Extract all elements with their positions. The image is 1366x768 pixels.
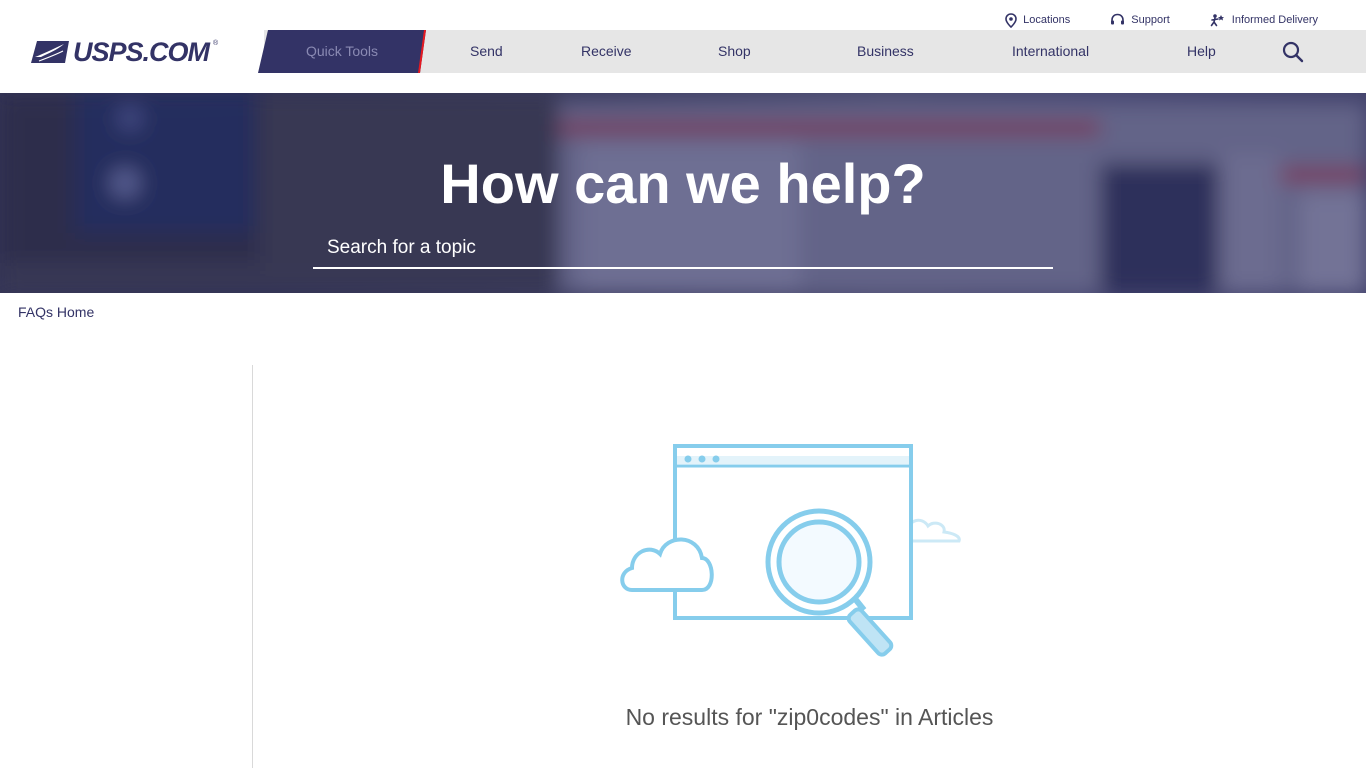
topic-search-placeholder: Search for a topic bbox=[327, 237, 476, 258]
usps-logo[interactable]: USPS.COM ® bbox=[31, 36, 219, 67]
hero-title: How can we help? bbox=[440, 152, 926, 215]
no-results-message: No results for "zip0codes" in Articles bbox=[625, 704, 994, 730]
nav-quick-tools-label: Quick Tools bbox=[305, 43, 379, 59]
nav-quick-tools[interactable]: Quick Tools bbox=[258, 30, 426, 73]
nav-shop[interactable]: Shop bbox=[718, 43, 751, 59]
informed-delivery-icon bbox=[1210, 14, 1224, 27]
nav-business[interactable]: Business bbox=[857, 43, 914, 59]
utility-bar: Locations Support Informed Delivery bbox=[1005, 10, 1318, 30]
eagle-logo-icon bbox=[31, 41, 69, 63]
logo-text: USPS.COM bbox=[73, 36, 210, 67]
no-results-illustration bbox=[620, 444, 961, 657]
nav-receive[interactable]: Receive bbox=[581, 43, 632, 59]
hero-banner: How can we help? Search for a topic bbox=[0, 93, 1366, 293]
logo-registered-mark: ® bbox=[213, 40, 219, 47]
headset-icon bbox=[1111, 13, 1125, 25]
locations-link[interactable]: Locations bbox=[1005, 12, 1071, 28]
nav-help[interactable]: Help bbox=[1187, 43, 1216, 59]
locations-label: Locations bbox=[1023, 14, 1071, 26]
support-label: Support bbox=[1131, 14, 1170, 26]
support-link[interactable]: Support bbox=[1110, 13, 1170, 27]
nav-send[interactable]: Send bbox=[470, 43, 503, 59]
main-navigation: Quick Tools Send Receive Shop Business I… bbox=[264, 30, 1366, 73]
informed-delivery-label: Informed Delivery bbox=[1231, 14, 1318, 26]
location-pin-icon bbox=[1005, 12, 1017, 28]
breadcrumb-faqs-home[interactable]: FAQs Home bbox=[18, 304, 94, 320]
search-icon[interactable] bbox=[1282, 41, 1304, 63]
topic-search-input[interactable]: Search for a topic bbox=[313, 231, 1053, 269]
nav-international[interactable]: International bbox=[1012, 43, 1089, 59]
informed-delivery-link[interactable]: Informed Delivery bbox=[1210, 13, 1318, 27]
